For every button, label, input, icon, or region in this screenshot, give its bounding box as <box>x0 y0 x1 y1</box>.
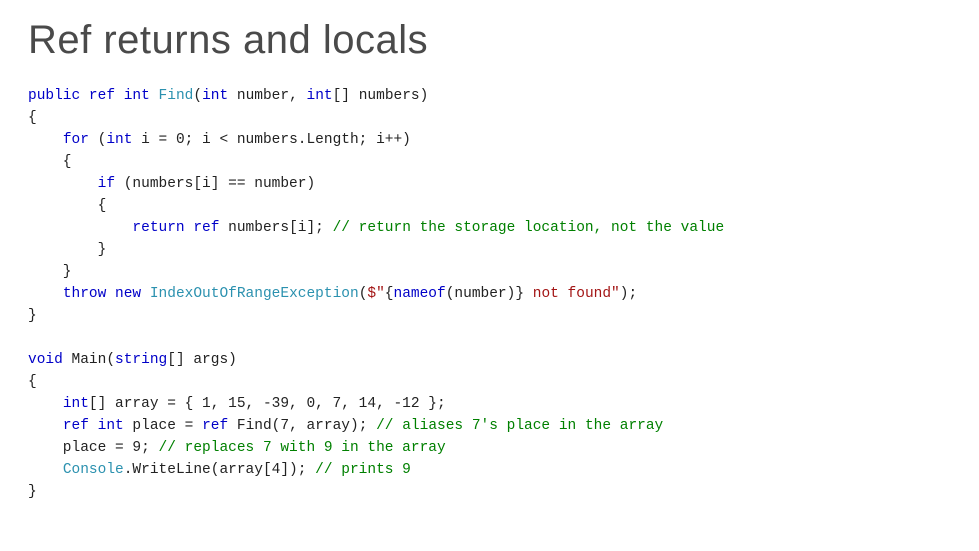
keyword: public <box>28 88 80 104</box>
code-text: { <box>28 374 37 390</box>
code-text: (numbers[i] == number) <box>115 176 315 192</box>
keyword: nameof <box>394 286 446 302</box>
keyword: int <box>98 418 124 434</box>
keyword: int <box>307 88 333 104</box>
code-text: { <box>28 110 37 126</box>
code-text: Find(7, array); <box>228 418 376 434</box>
keyword: ref <box>202 418 228 434</box>
keyword: int <box>124 88 150 104</box>
code-text: { <box>28 198 106 214</box>
keyword: throw <box>63 286 107 302</box>
code-text: } <box>28 308 37 324</box>
string: not found" <box>524 286 620 302</box>
keyword: int <box>202 88 228 104</box>
comment: // prints 9 <box>315 462 411 478</box>
method-name: Find <box>159 88 194 104</box>
keyword: new <box>115 286 141 302</box>
code-text: Main( <box>63 352 115 368</box>
keyword: ref <box>89 88 115 104</box>
code-block: public ref int Find(int number, int[] nu… <box>28 85 951 503</box>
code-text: } <box>28 242 106 258</box>
keyword: void <box>28 352 63 368</box>
code-text: [] numbers) <box>333 88 429 104</box>
keyword: for <box>63 132 89 148</box>
code-text: { <box>385 286 394 302</box>
code-text: .WriteLine(array[4]); <box>124 462 315 478</box>
keyword: ref <box>63 418 89 434</box>
code-text: (number)} <box>446 286 524 302</box>
code-text: ); <box>620 286 637 302</box>
string: $" <box>367 286 384 302</box>
code-text: numbers[i]; <box>219 220 332 236</box>
code-text: i = 0; i < numbers.Length; i++) <box>132 132 410 148</box>
keyword: if <box>98 176 115 192</box>
keyword: ref <box>193 220 219 236</box>
comment: // aliases 7's place in the array <box>376 418 663 434</box>
code-text: } <box>28 264 72 280</box>
code-text: [] array = { 1, 15, -39, 0, 7, 14, -12 }… <box>89 396 446 412</box>
code-text: } <box>28 484 37 500</box>
code-text: number, <box>237 88 298 104</box>
keyword: int <box>106 132 132 148</box>
slide-title: Ref returns and locals <box>28 18 951 63</box>
comment: // replaces 7 with 9 in the array <box>159 440 446 456</box>
code-text: place = 9; <box>28 440 159 456</box>
keyword: int <box>63 396 89 412</box>
code-text: { <box>28 154 72 170</box>
slide: Ref returns and locals public ref int Fi… <box>0 0 979 503</box>
keyword: string <box>115 352 167 368</box>
code-text: place = <box>124 418 202 434</box>
keyword: return <box>132 220 184 236</box>
type-name: IndexOutOfRangeException <box>150 286 359 302</box>
code-text: [] args) <box>167 352 237 368</box>
type-name: Console <box>63 462 124 478</box>
comment: // return the storage location, not the … <box>333 220 725 236</box>
